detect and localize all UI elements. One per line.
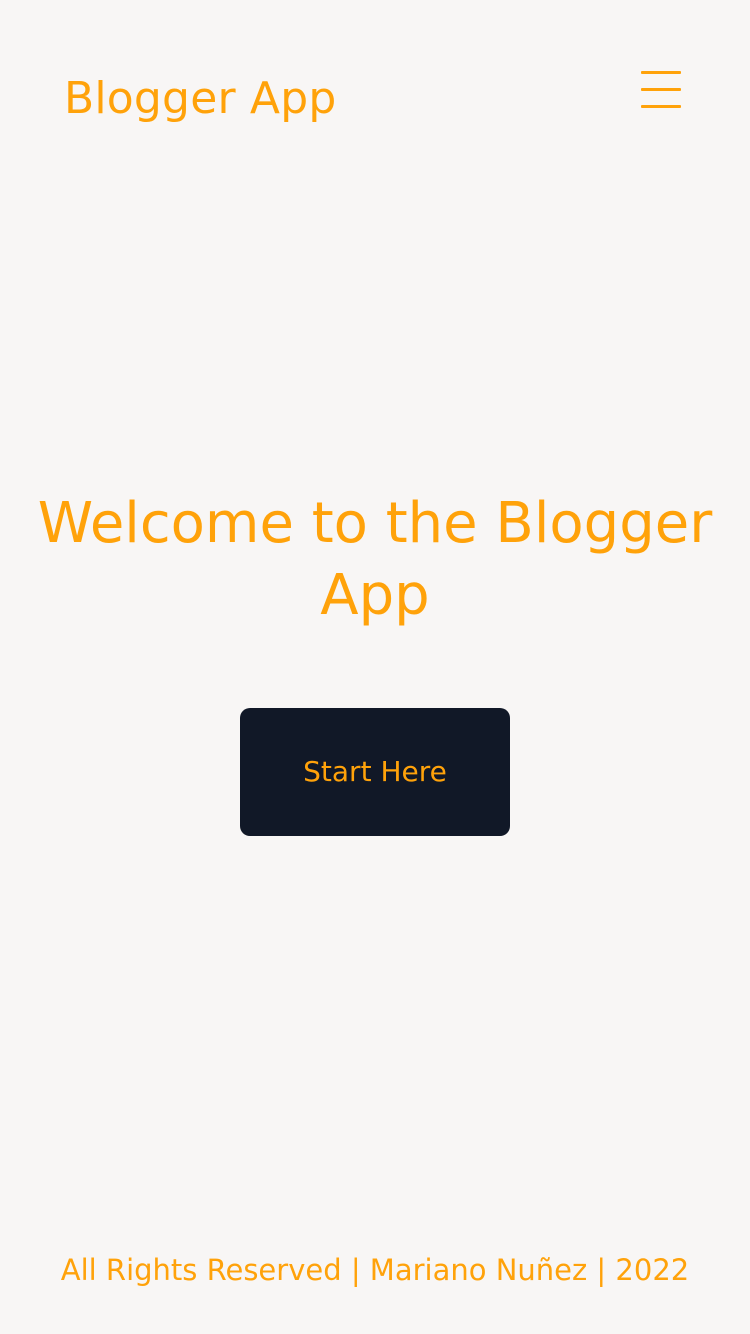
menu-bar-middle bbox=[641, 88, 681, 91]
app-brand-title[interactable]: Blogger App bbox=[64, 70, 337, 128]
hero-title: Welcome to the Blogger App bbox=[37, 491, 713, 628]
footer-copyright: All Rights Reserved | Mariano Nuñez | 20… bbox=[60, 1253, 690, 1287]
menu-bar-top bbox=[641, 71, 681, 74]
hamburger-menu-icon[interactable] bbox=[636, 64, 686, 114]
menu-bar-bottom bbox=[641, 105, 681, 108]
app-header: Blogger App bbox=[0, 0, 750, 190]
start-here-button[interactable]: Start Here bbox=[240, 708, 510, 836]
